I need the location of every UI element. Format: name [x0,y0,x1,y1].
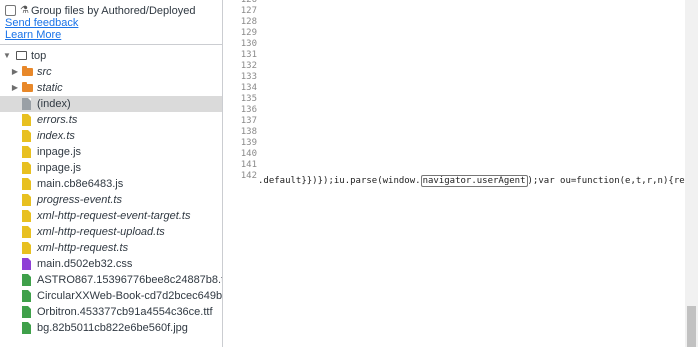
file-icon [22,130,31,142]
tree-item-label: static [37,82,63,94]
file-icon [22,114,31,126]
file-icon [22,194,31,206]
tree-item[interactable]: ASTRO867.15396776bee8c24887b8.ttf [0,272,222,288]
tree-root-label: top [31,50,47,62]
group-files-option[interactable]: ⚗ Group files by Authored/Deployed [5,4,222,17]
tree-item-label: xml-http-request.ts [37,242,129,254]
tree-item-label: xml-http-request-event-target.ts [37,210,191,222]
tree-item[interactable]: (index) [0,96,222,112]
tree-item-label: progress-event.ts [37,194,122,206]
tree-item-label: inpage.js [37,146,82,158]
file-icon [22,226,31,238]
collapse-arrow-icon[interactable]: ▶ [11,64,19,80]
search-highlight: navigator.userAgent [420,175,528,187]
file-icon [22,322,31,334]
line-number: 142 [240,171,257,181]
tree-item-label: main.cb8e6483.js [37,178,124,190]
send-feedback-link[interactable]: Send feedback [5,17,222,29]
tree-item[interactable]: index.ts [0,128,222,144]
folder-icon [22,66,33,76]
tree-item[interactable]: errors.ts [0,112,222,128]
tree-item-label: index.ts [37,130,75,142]
tree-item-label: inpage.js [37,162,82,174]
line-number: 137 [240,116,257,126]
navigator-options: ⚗ Group files by Authored/Deployed Send … [0,0,222,45]
file-navigator-panel: ⚗ Group files by Authored/Deployed Send … [0,0,223,347]
tree-item[interactable]: ▶ src [0,64,222,80]
line-number-gutter: 126 127 128 129 130 131 132 133 134 135 136 137 138 1… [223,0,257,182]
tree-item[interactable]: xml-http-request.ts [0,240,222,256]
line-number: 139 [240,138,257,148]
line-number: 138 [240,127,257,137]
expand-arrow-icon[interactable]: ▼ [3,48,11,64]
code-line-142[interactable]: .default}})});iu.parse(window. navigator.… [258,175,696,187]
line-number: 135 [240,94,257,104]
tree-item-label: Orbitron.453377cb91a4554c36ce.ttf [37,306,213,318]
tree-item[interactable]: inpage.js [0,160,222,176]
code-text-before: .default}})});iu.parse(window. [258,176,421,186]
line-number: 132 [240,61,257,71]
file-icon [22,290,31,302]
tree-item[interactable]: xml-http-request-upload.ts [0,224,222,240]
tree-item-label: ASTRO867.15396776bee8c24887b8.ttf [37,274,223,286]
frame-icon [16,51,27,60]
tree-item[interactable]: xml-http-request-event-target.ts [0,208,222,224]
tree-item-label: CircularXXWeb-Book-cd7d2bcec649b12438 [37,290,223,302]
tree-item-label: (index) [37,98,71,110]
tree-item[interactable]: ▶ static [0,80,222,96]
line-number: 129 [240,28,257,38]
file-icon [22,274,31,286]
folder-icon [22,82,33,92]
tree-item[interactable]: inpage.js [0,144,222,160]
file-icon [22,306,31,318]
tree-item-label: xml-http-request-upload.ts [37,226,165,238]
file-icon [22,178,31,190]
tree-item[interactable]: Orbitron.453377cb91a4554c36ce.ttf [0,304,222,320]
file-icon [22,162,31,174]
tree-item-label: errors.ts [37,114,78,126]
tree-item-label: main.d502eb32.css [37,258,133,270]
tree-item[interactable]: CircularXXWeb-Book-cd7d2bcec649b12438 [0,288,222,304]
scrollbar-thumb[interactable] [687,306,696,347]
line-number: 130 [240,39,257,49]
file-icon [22,258,31,270]
file-icon [22,242,31,254]
line-number: 128 [240,17,257,27]
code-editor[interactable]: 126 127 128 129 130 131 132 133 134 135 136 137 138 1… [223,0,698,347]
line-number: 127 [240,6,257,16]
tree-item[interactable]: progress-event.ts [0,192,222,208]
file-icon [22,146,31,158]
line-number: 136 [240,105,257,115]
group-files-label: Group files by Authored/Deployed [30,4,196,17]
tree-item[interactable]: main.d502eb32.css [0,256,222,272]
tree-item-label: src [37,66,52,78]
tree-item[interactable]: bg.82b5011cb822e6be560f.jpg [0,320,222,336]
line-number: 141 [240,160,257,170]
tree-item[interactable]: main.cb8e6483.js [0,176,222,192]
line-number: 133 [240,72,257,82]
file-tree: ▼ top ▶ src ▶ static (index) errors.ts index.t… [0,48,222,336]
group-files-checkbox[interactable] [5,5,16,16]
vertical-scrollbar[interactable] [685,0,698,347]
learn-more-link[interactable]: Learn More [5,29,222,41]
collapse-arrow-icon[interactable]: ▶ [11,80,19,96]
line-number: 134 [240,83,257,93]
flask-icon: ⚗ [20,5,29,16]
code-text-after: );var ou=function(e,t,r,n){retu [527,176,696,186]
file-icon [22,98,31,110]
tree-root-top[interactable]: ▼ top [0,48,222,64]
line-number: 131 [240,50,257,60]
tree-item-label: bg.82b5011cb822e6be560f.jpg [37,322,188,334]
line-number: 140 [240,149,257,159]
file-icon [22,210,31,222]
